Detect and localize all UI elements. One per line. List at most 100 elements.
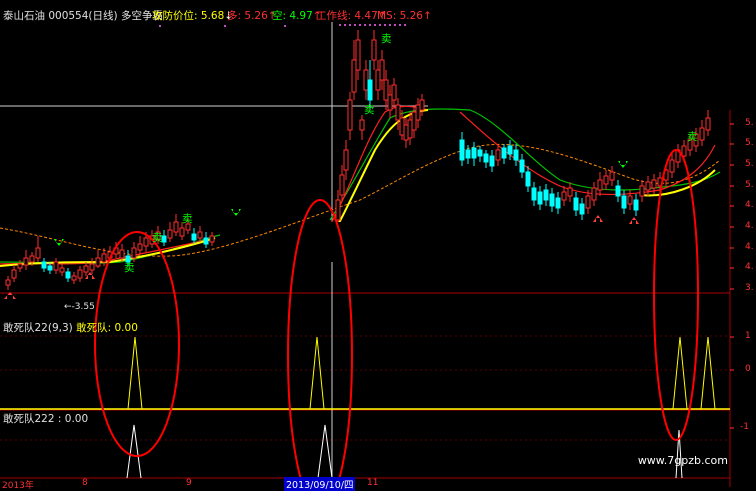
candle-body xyxy=(173,221,179,233)
candle-body xyxy=(519,159,525,173)
price-axis-label: 4. xyxy=(745,242,754,252)
candle-body xyxy=(11,269,17,279)
candle-body xyxy=(465,149,471,159)
candle-body xyxy=(339,174,345,196)
work-label: 工作线: 4.47↑ xyxy=(316,10,387,22)
cursor-date-box: 2013/09/10/四 xyxy=(284,477,356,491)
candle-body xyxy=(137,243,143,251)
candle-body xyxy=(143,237,149,247)
candle-body xyxy=(209,235,215,243)
candle-body xyxy=(359,119,365,131)
candle-body xyxy=(633,199,639,211)
candle-body xyxy=(23,257,29,266)
candle-body xyxy=(335,199,341,221)
sell-signal: 卖 xyxy=(182,213,193,225)
candle-body xyxy=(95,257,101,267)
price-axis-label: 5. xyxy=(745,180,754,190)
candle-body xyxy=(639,185,645,197)
low-price-label: ←-3.55 xyxy=(64,302,95,312)
candle-body xyxy=(597,179,603,191)
work-label-text: 工作线: xyxy=(316,10,352,22)
panel1-spikes xyxy=(127,336,716,410)
attack-label: 攻防价位: 5.68↓ xyxy=(152,10,233,22)
ma-green xyxy=(0,108,721,264)
price-axis-label: 4. xyxy=(745,262,754,272)
candle-body xyxy=(573,197,579,211)
candle-body xyxy=(531,187,537,201)
candle-body xyxy=(29,255,35,263)
candle-body xyxy=(351,59,357,93)
candle-body xyxy=(525,171,531,187)
candle-body xyxy=(131,247,137,259)
panel1-axis-label: 1 xyxy=(745,331,751,341)
candle-body xyxy=(415,104,421,121)
sell-signal: 卖 xyxy=(364,104,375,116)
candle-body xyxy=(407,119,413,139)
candle-body xyxy=(501,147,507,159)
duo-label-text: 多: xyxy=(227,10,242,22)
candle-body xyxy=(59,267,65,273)
candle-body xyxy=(561,191,567,201)
kong-label: 空: 4.97↑ xyxy=(272,10,322,22)
watermark-text: www.7gpzb.com xyxy=(637,454,728,467)
candle-body xyxy=(343,149,349,171)
down-arrow-icon xyxy=(618,161,628,168)
ms-value: 5.26 xyxy=(399,10,423,22)
candle-body xyxy=(669,159,675,173)
candle-body xyxy=(555,197,561,209)
candle-body xyxy=(477,149,483,157)
candle-body xyxy=(513,149,519,161)
candle-body xyxy=(549,193,555,207)
duo-value: 5.26 xyxy=(244,10,268,22)
highlight-ellipses xyxy=(94,149,699,487)
candle-body xyxy=(17,263,23,269)
candle-body xyxy=(411,111,417,131)
candle-body xyxy=(387,94,393,111)
sell-signal: 卖 xyxy=(381,33,392,45)
down-arrow-icon xyxy=(231,209,241,216)
axis-ticks xyxy=(730,123,734,429)
top-markers xyxy=(159,24,406,27)
candle-body xyxy=(615,185,621,197)
candle-body xyxy=(645,181,651,191)
candle-body xyxy=(459,139,465,161)
candle-body xyxy=(53,261,59,271)
top-right-mask xyxy=(428,0,756,110)
ms-label: MS: 5.26↑ xyxy=(377,10,432,22)
sell-signal: 卖 xyxy=(152,232,163,244)
panel2-spikes xyxy=(126,424,683,479)
work-value: 4.47 xyxy=(354,10,378,22)
candle-body xyxy=(65,271,71,279)
panel1-axis-label: 0 xyxy=(745,364,751,374)
candle-body xyxy=(543,189,549,201)
candle-body xyxy=(355,39,361,71)
candle-body xyxy=(47,265,53,271)
candle-body xyxy=(77,269,83,279)
attack-value: 5.68 xyxy=(200,10,225,22)
candle-body xyxy=(119,249,125,259)
candle-body xyxy=(375,69,381,91)
candle-body xyxy=(5,279,11,286)
candle-body xyxy=(537,191,543,205)
candle-body xyxy=(89,263,95,271)
candle-body xyxy=(179,227,185,237)
candle-body xyxy=(621,195,627,209)
candle-body xyxy=(579,203,585,215)
candle-body xyxy=(191,233,197,241)
candle-body xyxy=(83,265,89,273)
candle-body xyxy=(609,171,615,181)
panel1-sub-value: 0.00 xyxy=(114,322,138,334)
candle-body xyxy=(567,187,573,197)
candle-body xyxy=(483,153,489,163)
candle-body xyxy=(395,104,401,121)
price-axis-label: 4. xyxy=(745,221,754,231)
sell-signal: 卖 xyxy=(124,262,135,274)
panel2-axis-label: -1 xyxy=(740,422,749,432)
price-axis-label: 5. xyxy=(745,138,754,148)
candle-body xyxy=(403,124,409,141)
candle-body xyxy=(367,79,373,101)
candle-body xyxy=(591,187,597,201)
up-arrow-icon: ↑ xyxy=(423,10,432,22)
kong-value: 4.97 xyxy=(289,10,313,22)
candle-body xyxy=(705,117,711,131)
